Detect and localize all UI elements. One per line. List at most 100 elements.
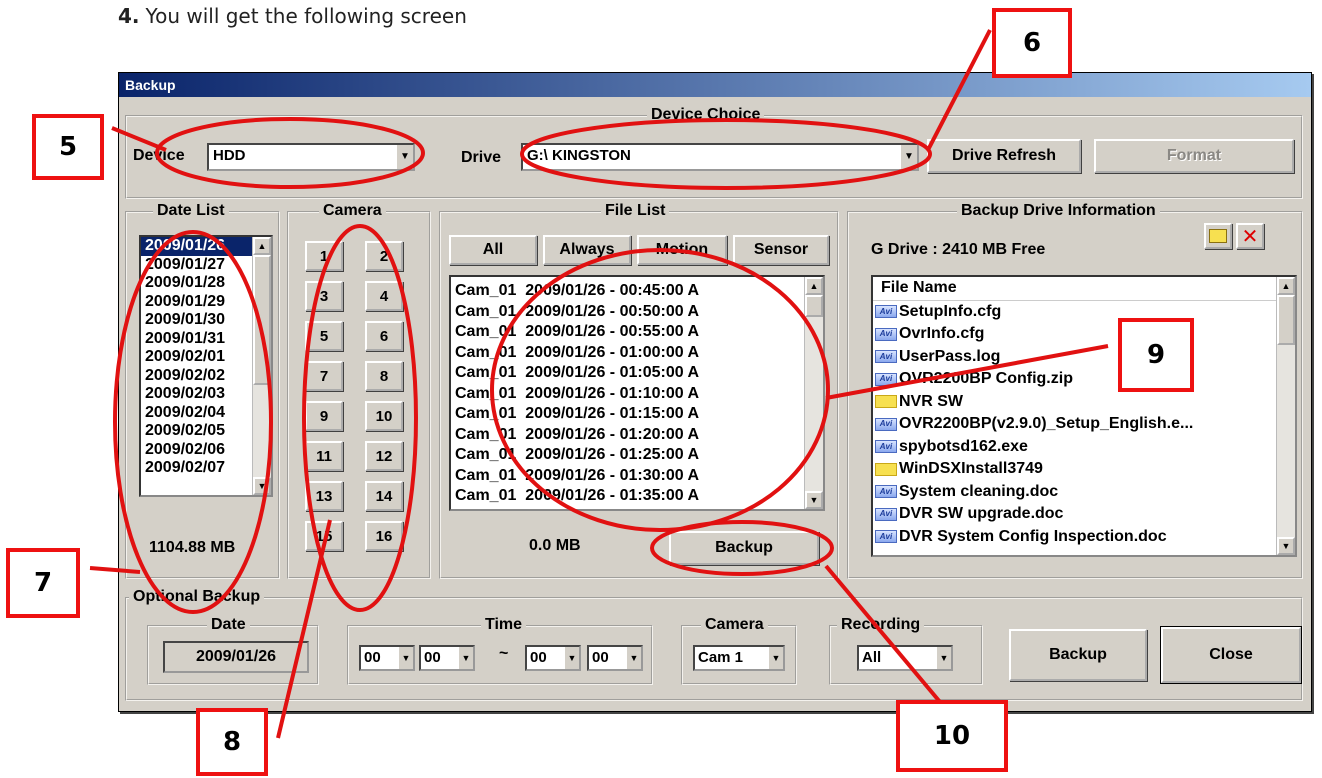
chevron-down-icon[interactable]: ▼: [395, 145, 413, 169]
camera-button-11[interactable]: 11: [305, 441, 343, 471]
camera-button-1[interactable]: 1: [305, 241, 343, 271]
chevron-down-icon[interactable]: ▼: [457, 647, 473, 669]
drive-file-item[interactable]: Avi DVR System Config Inspection.doc: [873, 526, 1295, 549]
scroll-down-icon[interactable]: ▼: [253, 477, 271, 495]
chevron-down-icon[interactable]: ▼: [397, 647, 413, 669]
camera-button-7[interactable]: 7: [305, 361, 343, 391]
camera-button-15[interactable]: 15: [305, 521, 343, 551]
scroll-up-icon[interactable]: ▲: [253, 237, 271, 255]
scroll-up-icon[interactable]: ▲: [805, 277, 823, 295]
file-list-item[interactable]: Cam_01 2009/01/26 - 01:15:00 A: [451, 404, 823, 425]
drive-file-listbox[interactable]: File Name Avi SetupInfo.cfg Avi OvrInfo.cfg…: [871, 275, 1297, 557]
avi-file-icon: Avi: [875, 372, 897, 386]
file-list-item[interactable]: Cam_01 2009/01/26 - 01:25:00 A: [451, 445, 823, 466]
drive-file-name: DVR SW upgrade.doc: [899, 505, 1064, 522]
file-list-item[interactable]: Cam_01 2009/01/26 - 01:20:00 A: [451, 425, 823, 446]
avi-file-icon: Avi: [875, 507, 897, 521]
camera-button-8[interactable]: 8: [365, 361, 403, 391]
chevron-down-icon[interactable]: ▼: [625, 647, 641, 669]
file-rows: Cam_01 2009/01/26 - 00:45:00 A Cam_01 200…: [451, 277, 823, 507]
chevron-down-icon[interactable]: ▼: [899, 145, 917, 169]
filter-motion-button[interactable]: Motion: [637, 235, 727, 265]
time-to-hour-value: 00: [530, 649, 547, 666]
drive-select[interactable]: G:\ KINGSTON ▼: [521, 143, 919, 171]
chevron-down-icon[interactable]: ▼: [767, 647, 783, 669]
file-list-item[interactable]: Cam_01 2009/01/26 - 01:05:00 A: [451, 363, 823, 384]
drive-file-item[interactable]: Avi SetupInfo.cfg: [873, 301, 1295, 324]
avi-file-icon: Avi: [875, 327, 897, 341]
avi-file-icon: Avi: [875, 305, 897, 319]
file-list-backup-button[interactable]: Backup: [669, 531, 819, 565]
drive-file-item[interactable]: Avi DVR SW upgrade.doc: [873, 503, 1295, 526]
file-list-item[interactable]: Cam_01 2009/01/26 - 00:50:00 A: [451, 302, 823, 323]
file-list-item[interactable]: Cam_01 2009/01/26 - 01:10:00 A: [451, 384, 823, 405]
folder-up-button[interactable]: [1204, 223, 1232, 249]
drive-file-item[interactable]: Avi System cleaning.doc: [873, 481, 1295, 504]
drive-refresh-button[interactable]: Drive Refresh: [927, 139, 1081, 173]
scroll-down-icon[interactable]: ▼: [1277, 537, 1295, 555]
close-button[interactable]: Close: [1160, 626, 1302, 684]
time-from-hour-select[interactable]: 00 ▼: [359, 645, 415, 671]
camera-button-5[interactable]: 5: [305, 321, 343, 351]
filter-always-button[interactable]: Always: [543, 235, 631, 265]
chevron-down-icon[interactable]: ▼: [935, 647, 951, 669]
file-list-item[interactable]: Cam_01 2009/01/26 - 00:45:00 A: [451, 281, 823, 302]
drive-scrollbar[interactable]: ▲ ▼: [1276, 277, 1295, 555]
file-list-item[interactable]: Cam_01 2009/01/26 - 01:35:00 A: [451, 486, 823, 507]
opt-recording-value: All: [862, 649, 882, 666]
camera-button-16[interactable]: 16: [365, 521, 403, 551]
time-separator: ~: [499, 645, 509, 662]
opt-recording-select[interactable]: All ▼: [857, 645, 953, 671]
file-list-item[interactable]: Cam_01 2009/01/26 - 01:00:00 A: [451, 343, 823, 364]
drive-file-item[interactable]: WinDSXInstall3749: [873, 458, 1295, 481]
format-button[interactable]: Format: [1094, 139, 1294, 173]
document-step: 4. You will get the following screen: [118, 4, 467, 28]
drive-file-name: OVR2200BP Config.zip: [899, 370, 1073, 387]
drive-file-name: System cleaning.doc: [899, 482, 1059, 500]
camera-button-9[interactable]: 9: [305, 401, 343, 431]
optional-backup-button[interactable]: Backup: [1009, 629, 1147, 681]
scroll-thumb[interactable]: [1277, 295, 1295, 345]
camera-button-10[interactable]: 10: [365, 401, 403, 431]
scroll-up-icon[interactable]: ▲: [1277, 277, 1295, 295]
camera-button-3[interactable]: 3: [305, 281, 343, 311]
delete-button[interactable]: ✕: [1236, 223, 1264, 249]
drive-file-name: NVR SW: [899, 392, 963, 410]
scroll-down-icon[interactable]: ▼: [805, 491, 823, 509]
time-from-min-select[interactable]: 00 ▼: [419, 645, 475, 671]
camera-button-2[interactable]: 2: [365, 241, 403, 271]
file-list-item[interactable]: Cam_01 2009/01/26 - 01:30:00 A: [451, 466, 823, 487]
optional-backup-title: Optional Backup: [129, 588, 265, 606]
camera-button-6[interactable]: 6: [365, 321, 403, 351]
drive-file-item[interactable]: Avi OVR2200BP(v2.9.0)_Setup_English.e...: [873, 413, 1295, 436]
opt-camera-select[interactable]: Cam 1 ▼: [693, 645, 785, 671]
device-select[interactable]: HDD ▼: [207, 143, 415, 171]
date-scrollbar[interactable]: ▲ ▼: [252, 237, 271, 495]
camera-button-4[interactable]: 4: [365, 281, 403, 311]
annotation-7: 7: [6, 548, 80, 618]
annotation-9: 9: [1118, 318, 1194, 392]
time-to-min-select[interactable]: 00 ▼: [587, 645, 643, 671]
camera-button-14[interactable]: 14: [365, 481, 403, 511]
time-from-hour-value: 00: [364, 649, 381, 666]
filter-sensor-button[interactable]: Sensor: [733, 235, 829, 265]
delete-x-icon: ✕: [1241, 225, 1259, 248]
chevron-down-icon[interactable]: ▼: [563, 647, 579, 669]
date-listbox[interactable]: 2009/01/26 2009/01/27 2009/01/28 2009/01/29…: [139, 235, 273, 497]
camera-button-12[interactable]: 12: [365, 441, 403, 471]
drive-file-item[interactable]: Avi UserPass.log: [873, 346, 1295, 369]
file-listbox[interactable]: Cam_01 2009/01/26 - 00:45:00 A Cam_01 200…: [449, 275, 825, 511]
scroll-thumb[interactable]: [253, 255, 271, 385]
camera-button-13[interactable]: 13: [305, 481, 343, 511]
file-scrollbar[interactable]: ▲ ▼: [804, 277, 823, 509]
scroll-thumb[interactable]: [805, 295, 823, 317]
time-to-hour-select[interactable]: 00 ▼: [525, 645, 581, 671]
opt-recording-title: Recording: [837, 616, 925, 634]
file-list-item[interactable]: Cam_01 2009/01/26 - 00:55:00 A: [451, 322, 823, 343]
drive-file-item[interactable]: Avi OvrInfo.cfg: [873, 323, 1295, 346]
avi-file-icon: Avi: [875, 440, 897, 454]
filter-all-button[interactable]: All: [449, 235, 537, 265]
drive-file-item[interactable]: NVR SW: [873, 391, 1295, 414]
drive-file-item[interactable]: Avi OVR2200BP Config.zip: [873, 368, 1295, 391]
drive-file-item[interactable]: Avi spybotsd162.exe: [873, 436, 1295, 459]
